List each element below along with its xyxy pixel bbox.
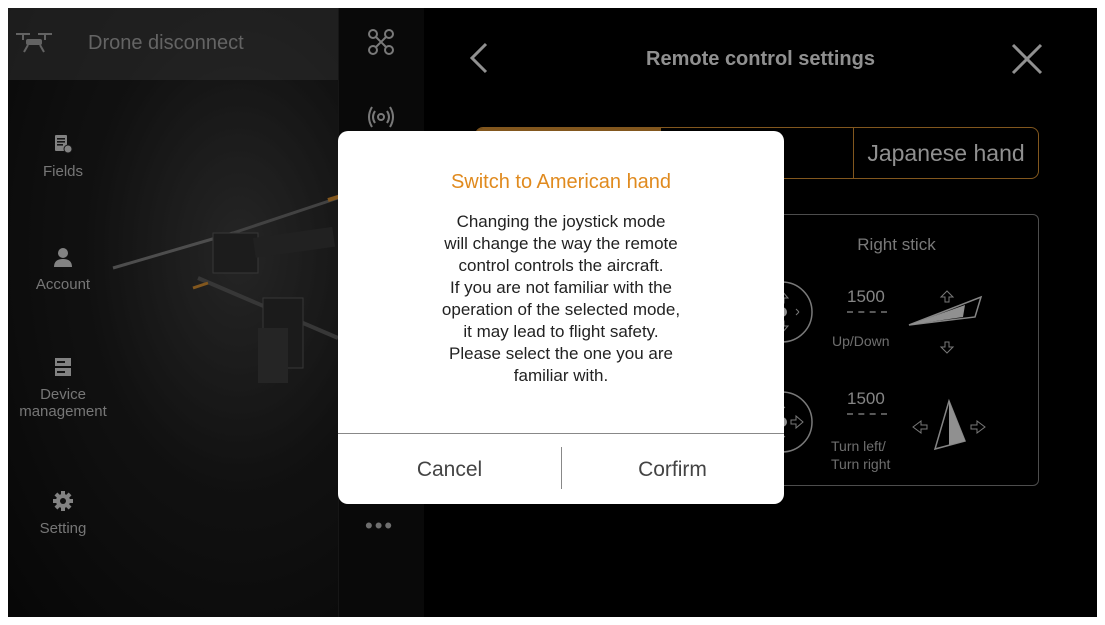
app-screen: Drone disconnect Fields Account Device m… (8, 8, 1097, 617)
cancel-button[interactable]: Cancel (338, 455, 561, 485)
confirm-button[interactable]: Corfirm (561, 455, 784, 485)
dialog-divider (338, 433, 784, 434)
dialog-title: Switch to American hand (450, 171, 672, 193)
dialog-message: Changing the joystick mode will change t… (441, 212, 681, 385)
switch-mode-dialog: Switch to American hand Changing the joy… (338, 131, 784, 504)
